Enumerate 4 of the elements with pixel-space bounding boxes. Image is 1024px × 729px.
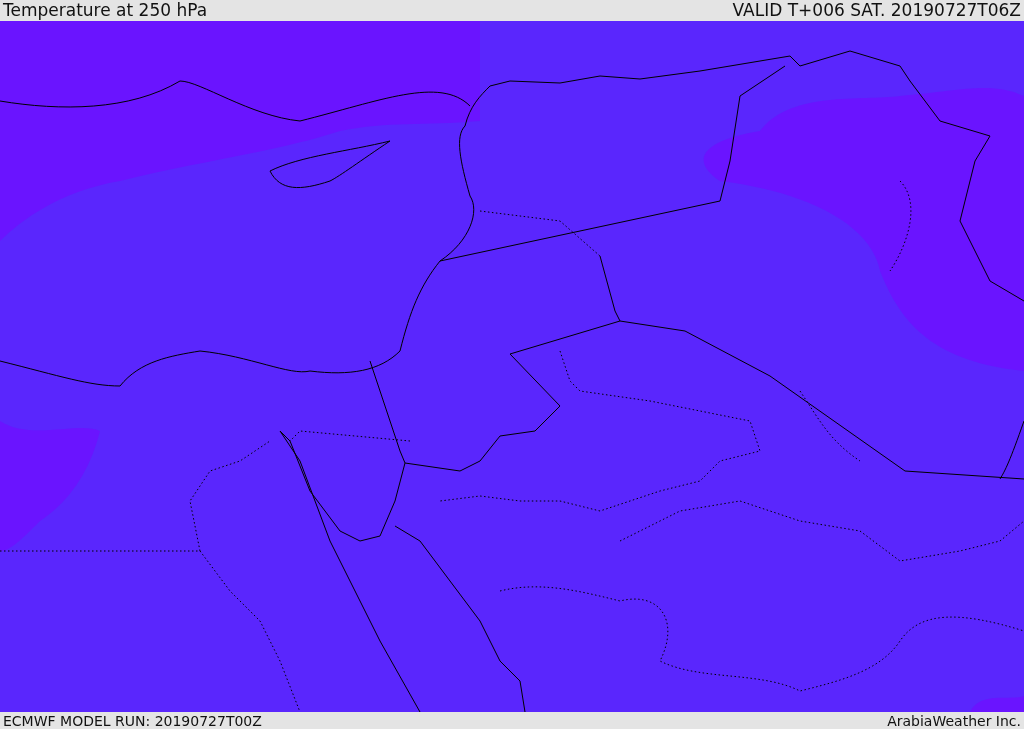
valid-time: VALID T+006 SAT. 20190727T06Z xyxy=(732,2,1021,19)
credit-text: ArabiaWeather Inc. xyxy=(887,713,1021,728)
model-run-text: ECMWF MODEL RUN: 20190727T00Z xyxy=(3,713,262,728)
map-title: Temperature at 250 hPa xyxy=(3,2,208,19)
